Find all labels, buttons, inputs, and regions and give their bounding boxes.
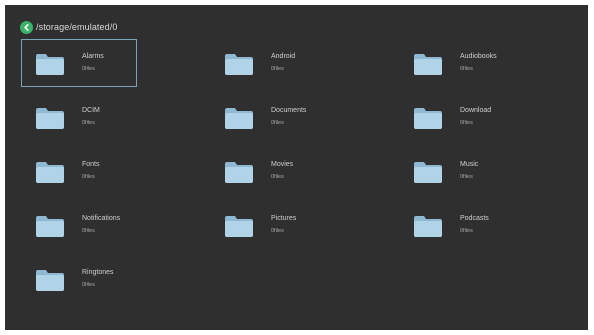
folder-count: 0files [82,120,95,126]
folder-name: Music [460,161,479,168]
folder-icon [414,162,442,183]
folder-icon [414,108,442,129]
folder-item[interactable]: Android 0files [210,39,326,87]
folder-count: 0files [271,66,284,72]
file-browser: /storage/emulated/0 Alarms 0files Androi… [5,5,588,330]
folder-count: 0files [460,228,473,234]
folder-item[interactable]: Notifications 0files [21,201,137,249]
folder-name: Download [460,107,492,114]
folder-name: Documents [271,107,307,114]
folder-icon [414,54,442,75]
folder-count: 0files [82,228,95,234]
folder-count: 0files [82,174,95,180]
folder-count: 0files [271,228,284,234]
folder-count: 0files [460,174,473,180]
folder-icon [36,108,64,129]
folder-item[interactable]: Pictures 0files [210,201,326,249]
folder-item[interactable]: DCIM 0files [21,93,137,141]
folder-name: DCIM [82,107,100,114]
folder-icon [36,270,64,291]
folder-icon [414,216,442,237]
folder-item[interactable]: Alarms 0files [21,39,137,87]
folder-count: 0files [460,120,473,126]
folder-item[interactable]: Movies 0files [210,147,326,195]
folder-name: Notifications [82,215,121,222]
folder-name: Fonts [82,161,100,168]
folder-icon [225,162,253,183]
folder-icon [36,216,64,237]
folder-grid: Alarms 0files Android 0files Audiobooks … [5,5,588,330]
folder-item[interactable]: Podcasts 0files [399,201,515,249]
folder-count: 0files [460,66,473,72]
folder-item[interactable]: Documents 0files [210,93,326,141]
folder-item[interactable]: Audiobooks 0files [399,39,515,87]
folder-item[interactable]: Ringtones 0files [21,255,137,303]
folder-count: 0files [271,174,284,180]
folder-name: Podcasts [460,215,489,222]
folder-name: Android [271,53,296,60]
folder-icon [225,54,253,75]
folder-name: Audiobooks [460,53,497,60]
folder-item[interactable]: Fonts 0files [21,147,137,195]
folder-item[interactable]: Download 0files [399,93,515,141]
folder-count: 0files [82,66,95,72]
folder-name: Pictures [271,215,297,222]
folder-icon [36,54,64,75]
folder-name: Ringtones [82,269,114,276]
folder-name: Alarms [82,53,104,60]
folder-item[interactable]: Music 0files [399,147,515,195]
folder-name: Movies [271,161,294,168]
folder-icon [225,108,253,129]
folder-count: 0files [271,120,284,126]
folder-icon [225,216,253,237]
folder-icon [36,162,64,183]
folder-count: 0files [82,282,95,288]
